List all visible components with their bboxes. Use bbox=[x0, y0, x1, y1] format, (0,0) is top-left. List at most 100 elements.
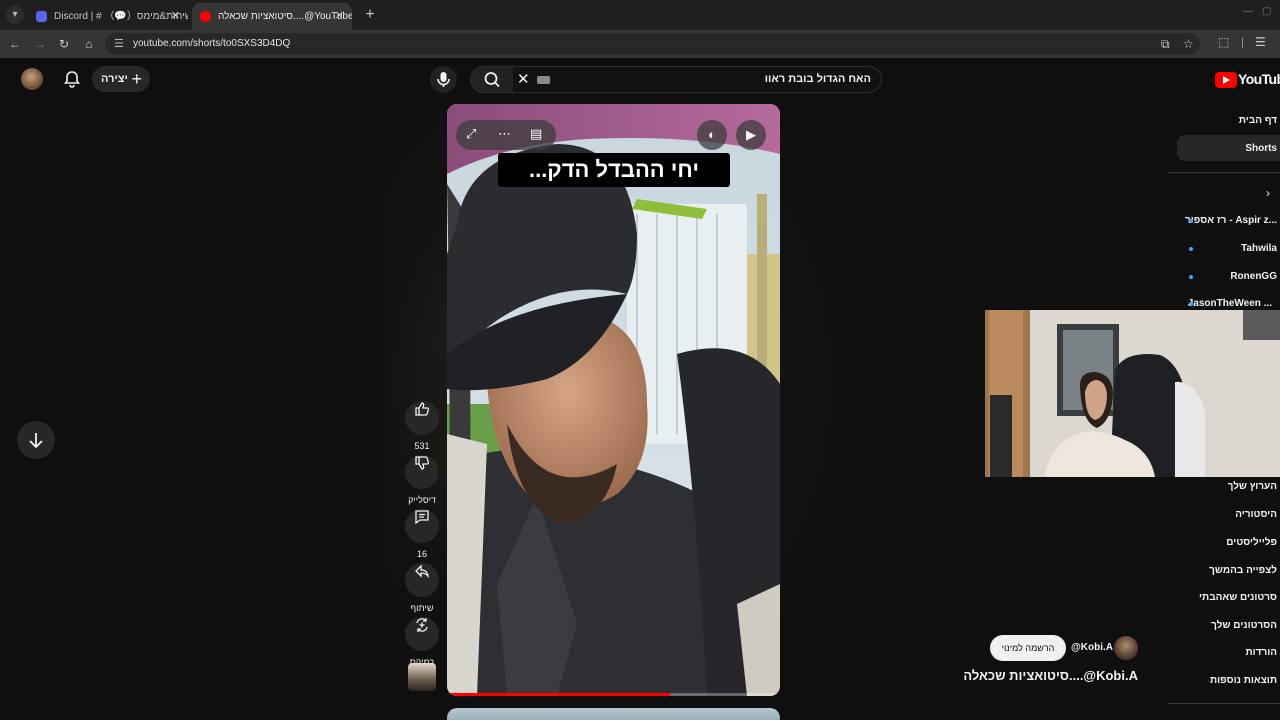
browser-toolbar: ← → ↻ ⌂ ☰ youtube.com/shorts/to0SXS3D4DQ… bbox=[0, 30, 1280, 58]
microphone-icon bbox=[437, 72, 450, 87]
plus-icon: + bbox=[131, 69, 142, 89]
subscribe-button[interactable]: הרשמה למינוי bbox=[990, 635, 1066, 661]
youtube-logo[interactable]: YouTube bbox=[1215, 71, 1280, 89]
browser-tab-bar: ▾ Discord | # （💬）שיחות&מימס ✕ סיטואציות … bbox=[0, 0, 1280, 30]
sidebar-item-home[interactable]: דף הבית bbox=[1239, 115, 1277, 126]
comment-icon bbox=[415, 510, 429, 525]
search-button[interactable] bbox=[471, 67, 513, 92]
video-progress-fill bbox=[447, 693, 671, 696]
logo-text: YouTube bbox=[1238, 71, 1280, 87]
sidebar-subscription[interactable]: Tahwila bbox=[1241, 243, 1277, 254]
divider: | bbox=[1241, 35, 1245, 49]
back-icon[interactable]: ← bbox=[6, 35, 24, 53]
webcam-frame bbox=[985, 310, 1280, 477]
search-icon bbox=[484, 72, 500, 88]
remix-button[interactable]: רמיקס bbox=[405, 609, 439, 667]
voice-search-button[interactable] bbox=[430, 66, 457, 93]
tab-youtube[interactable]: סיטואציות שכאלה....@YouTube ✕ bbox=[192, 3, 352, 30]
close-tab-icon[interactable]: ✕ bbox=[171, 3, 180, 30]
play-icon[interactable]: ▶ bbox=[736, 120, 766, 150]
sidebar-subscription[interactable]: JasonTheWeen ... bbox=[1188, 298, 1272, 309]
channel-handle[interactable]: @Kobi.A bbox=[1071, 642, 1113, 653]
clear-search-icon[interactable]: ✕ bbox=[517, 70, 530, 88]
tab-discord[interactable]: Discord | # （💬）שיחות&מימס ✕ bbox=[28, 3, 188, 30]
video-progress-bar[interactable] bbox=[447, 693, 780, 696]
remix-circle bbox=[405, 617, 439, 651]
new-content-dot bbox=[1189, 302, 1193, 306]
youtube-icon bbox=[200, 11, 211, 22]
sidebar-divider bbox=[1168, 172, 1280, 173]
minimize-icon[interactable]: — bbox=[1243, 6, 1253, 17]
subscriptions-chevron-icon[interactable]: › bbox=[1266, 186, 1270, 200]
arrow-down-icon bbox=[29, 433, 43, 449]
discord-icon bbox=[36, 11, 47, 22]
search-bar: ✕ האח הגדול בובת ראוו bbox=[470, 66, 882, 93]
dislike-circle bbox=[405, 455, 439, 489]
share-circle bbox=[405, 563, 439, 597]
new-content-dot bbox=[1189, 275, 1193, 279]
new-content-dot bbox=[1189, 247, 1193, 251]
sidebar-item-watch-later[interactable]: לצפייה בהמשך bbox=[1209, 565, 1277, 576]
tab-search-icon[interactable]: ▾ bbox=[6, 6, 24, 24]
tab-title: Discord | # （💬）שיחות&מימס bbox=[54, 11, 188, 22]
webcam-overlay bbox=[985, 310, 1280, 477]
shorts-video-player[interactable]: ⤢ ⋯ ▤ ◐ ▶ יחי ההבדל הדק... bbox=[447, 104, 780, 696]
comments-circle bbox=[405, 509, 439, 543]
dislike-button[interactable]: דיסלייק bbox=[405, 447, 439, 505]
search-input[interactable]: האח הגדול בובת ראוו bbox=[765, 73, 871, 85]
more-options-icon[interactable]: ⋯ bbox=[498, 126, 511, 142]
player-controls-left: ⤢ ⋯ ▤ bbox=[456, 120, 556, 150]
like-circle bbox=[405, 401, 439, 435]
home-icon[interactable]: ⌂ bbox=[80, 35, 98, 53]
next-video-button[interactable] bbox=[17, 421, 55, 459]
video-caption: יחי ההבדל הדק... bbox=[498, 153, 730, 187]
sidebar-divider bbox=[1168, 703, 1280, 704]
sound-thumbnail[interactable] bbox=[408, 663, 436, 691]
site-info-icon[interactable]: ☰ bbox=[114, 37, 124, 50]
comments-button[interactable]: 16 bbox=[405, 501, 439, 559]
remix-icon bbox=[416, 618, 428, 632]
address-bar[interactable]: ☰ youtube.com/shorts/to0SXS3D4DQ ⧉ ☆ bbox=[105, 33, 1200, 55]
bookmark-star-icon[interactable]: ☆ bbox=[1183, 37, 1194, 51]
screen: ▾ Discord | # （💬）שיחות&מימס ✕ סיטואציות … bbox=[0, 0, 1280, 720]
url-text: youtube.com/shorts/to0SXS3D4DQ bbox=[133, 38, 291, 49]
next-short-preview[interactable] bbox=[447, 708, 780, 720]
menu-icon[interactable]: ☰ bbox=[1255, 35, 1266, 49]
tab-title: סיטואציות שכאלה....@YouTube bbox=[218, 11, 352, 22]
sidebar-item-liked-videos[interactable]: סרטונים שאהבתי bbox=[1199, 592, 1277, 603]
create-label: יצירה bbox=[101, 73, 128, 85]
video-frame bbox=[447, 104, 780, 696]
share-icon bbox=[415, 564, 429, 579]
extensions-icon[interactable]: ⬚ bbox=[1218, 35, 1229, 49]
video-title: סיטואציות שכאלה....@Kobi.A bbox=[963, 668, 1138, 683]
keyboard-icon[interactable] bbox=[537, 76, 550, 84]
install-app-icon[interactable]: ⧉ bbox=[1161, 37, 1170, 52]
sidebar-item-shorts[interactable]: Shorts bbox=[1245, 143, 1277, 154]
thumbs-up-icon bbox=[415, 402, 430, 416]
new-tab-button[interactable]: + bbox=[360, 5, 380, 25]
youtube-play-icon bbox=[1215, 72, 1237, 88]
channel-avatar[interactable] bbox=[1114, 636, 1138, 660]
new-content-dot bbox=[1189, 219, 1193, 223]
sidebar-subscription[interactable]: רז אספיר - Aspir z... bbox=[1185, 215, 1277, 226]
like-button[interactable]: 531 bbox=[405, 393, 439, 451]
sidebar-item-more-results[interactable]: תוצאות נוספות bbox=[1210, 675, 1277, 686]
captions-icon[interactable]: ▤ bbox=[530, 126, 542, 142]
create-button[interactable]: יצירה + bbox=[92, 66, 150, 92]
close-tab-icon[interactable]: ✕ bbox=[335, 3, 344, 30]
sidebar-item-playlists[interactable]: פלייליסטים bbox=[1226, 537, 1277, 548]
volume-icon[interactable]: ◐ bbox=[697, 120, 727, 150]
sidebar-item-downloads[interactable]: הורדות bbox=[1245, 647, 1277, 658]
forward-icon[interactable]: → bbox=[31, 35, 49, 53]
sidebar-subscription[interactable]: RonenGG bbox=[1230, 271, 1277, 282]
maximize-icon[interactable]: ▢ bbox=[1262, 6, 1271, 17]
sidebar-item-history[interactable]: היסטוריה bbox=[1235, 509, 1277, 520]
thumbs-down-icon bbox=[415, 456, 430, 470]
expand-icon[interactable]: ⤢ bbox=[466, 126, 476, 142]
sidebar-item-your-videos[interactable]: הסרטונים שלך bbox=[1211, 620, 1277, 631]
sidebar-item-your-channel[interactable]: הערוץ שלך bbox=[1228, 481, 1277, 492]
share-button[interactable]: שיתוף bbox=[405, 555, 439, 613]
notifications-bell-icon[interactable] bbox=[62, 69, 82, 89]
reload-icon[interactable]: ↻ bbox=[55, 35, 73, 53]
account-avatar[interactable] bbox=[21, 68, 43, 90]
